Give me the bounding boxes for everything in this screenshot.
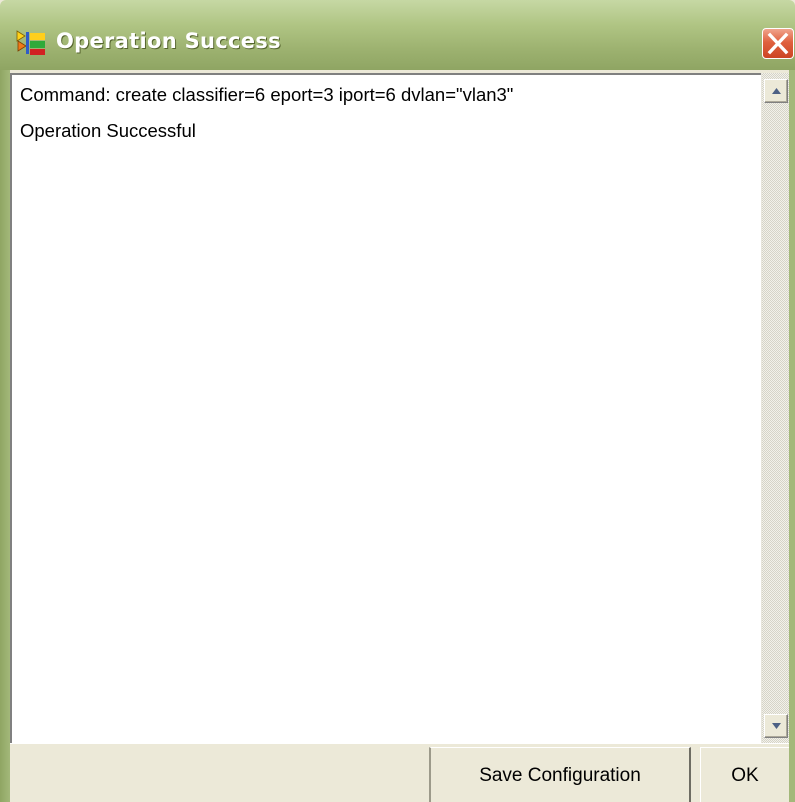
button-bar: Save Configuration OK: [10, 743, 789, 802]
operation-success-dialog: Operation Success Command: create classi…: [0, 0, 795, 802]
title-bar[interactable]: Operation Success: [0, 0, 795, 70]
scroll-up-button[interactable]: [764, 79, 788, 103]
arrow-up-icon: [772, 88, 781, 94]
output-text-area[interactable]: Command: create classifier=6 eport=3 ipo…: [10, 73, 761, 743]
close-button[interactable]: [762, 28, 794, 59]
vertical-scrollbar[interactable]: [761, 73, 789, 743]
scroll-down-button[interactable]: [764, 714, 788, 738]
arrow-down-icon: [772, 723, 781, 729]
ok-button[interactable]: OK: [700, 747, 789, 802]
save-configuration-button[interactable]: Save Configuration: [429, 747, 691, 802]
app-icon: [16, 30, 45, 55]
window-frame-right: [789, 70, 795, 802]
window-title: Operation Success: [56, 29, 281, 53]
close-icon: [767, 32, 789, 55]
command-line: Command: create classifier=6 eport=3 ipo…: [20, 84, 514, 105]
result-line: Operation Successful: [20, 120, 196, 141]
window-frame-left: [0, 70, 10, 802]
